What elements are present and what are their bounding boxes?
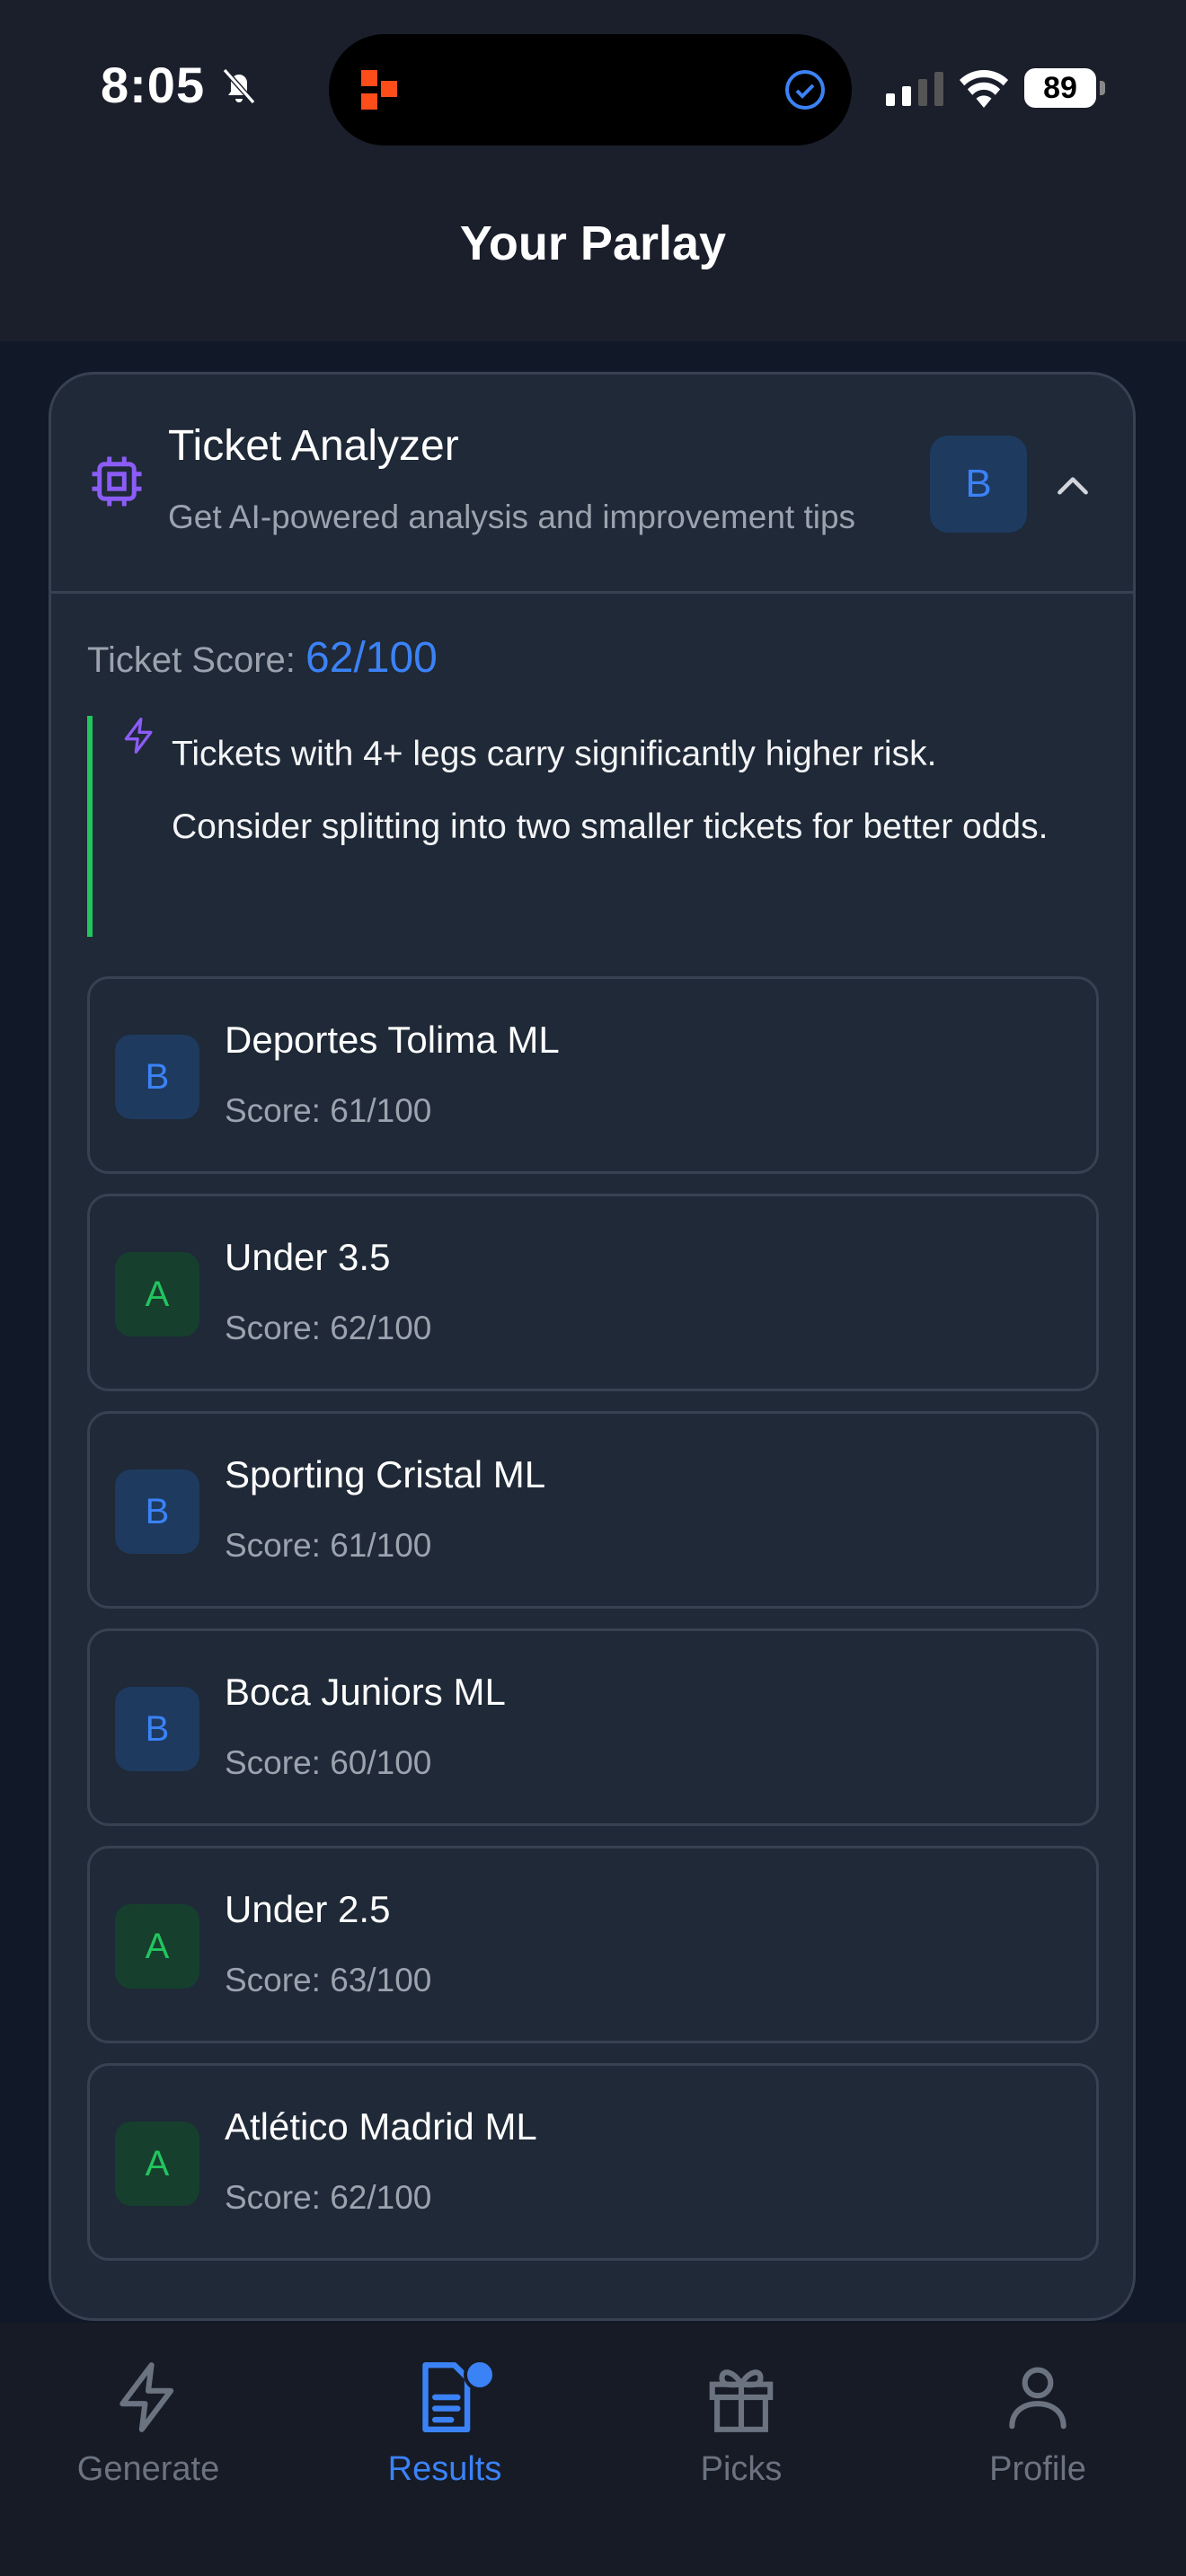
bolt-icon	[119, 2362, 174, 2432]
overall-grade-badge: B	[930, 436, 1027, 533]
page-title: Your Parlay	[459, 216, 727, 270]
leg-item: A Atlético Madrid ML Score: 62/100	[87, 2063, 1099, 2261]
tab-label: Picks	[700, 2450, 783, 2488]
leg-grade-badge: A	[115, 1252, 199, 1337]
app-logo-icon	[361, 70, 397, 110]
person-icon	[1009, 2367, 1067, 2430]
tab-label: Results	[387, 2450, 502, 2488]
analysis-tip: Tickets with 4+ legs carry significantly…	[87, 716, 1093, 937]
battery-tip	[1100, 81, 1105, 95]
tab-picks[interactable]: Picks	[593, 2359, 890, 2520]
leg-score: Score: 63/100	[225, 1962, 432, 1998]
leg-item: A Under 2.5 Score: 63/100	[87, 1846, 1099, 2043]
check-circle-icon	[785, 70, 825, 110]
leg-score: Score: 62/100	[225, 2179, 432, 2216]
gift-icon	[709, 2369, 774, 2432]
status-bar: 8:05 89	[0, 0, 1186, 180]
bottom-tab-bar: Generate Results Picks Profile	[0, 2323, 1186, 2576]
leg-name: Boca Juniors ML	[225, 1671, 506, 1713]
leg-grade-badge: A	[115, 1904, 199, 1989]
battery-level: 89	[1024, 68, 1096, 108]
leg-item: A Under 3.5 Score: 62/100	[87, 1194, 1099, 1391]
battery-indicator: 89	[1024, 68, 1105, 108]
leg-name: Deportes Tolima ML	[225, 1019, 560, 1061]
cpu-chip-icon	[92, 456, 142, 507]
tab-label: Profile	[989, 2450, 1086, 2488]
bell-muted-icon	[222, 68, 256, 104]
status-time: 8:05	[101, 57, 206, 113]
tab-results[interactable]: Results	[296, 2359, 593, 2520]
leg-name: Sporting Cristal ML	[225, 1453, 546, 1495]
leg-name: Atlético Madrid ML	[225, 2105, 537, 2148]
ticket-score-label: Ticket Score:	[87, 640, 296, 680]
leg-item: B Deportes Tolima ML Score: 61/100	[87, 976, 1099, 1174]
tab-generate[interactable]: Generate	[0, 2359, 296, 2520]
tip-text: Tickets with 4+ legs carry significantly…	[172, 735, 1049, 846]
bolt-icon	[124, 718, 153, 754]
leg-grade-badge: A	[115, 2122, 199, 2206]
leg-item: B Boca Juniors ML Score: 60/100	[87, 1628, 1099, 1826]
leg-score: Score: 60/100	[225, 1744, 432, 1781]
tab-profile[interactable]: Profile	[890, 2359, 1186, 2520]
analyzer-subtitle: Get AI-powered analysis and improvement …	[168, 498, 856, 535]
ticket-analyzer-card: Ticket Analyzer Get AI-powered analysis …	[49, 372, 1136, 2321]
analyzer-title: Ticket Analyzer	[168, 422, 459, 470]
ticket-score-value: 62/100	[305, 634, 438, 682]
tab-label: Generate	[76, 2450, 220, 2488]
leg-name: Under 2.5	[225, 1888, 391, 1930]
leg-score: Score: 62/100	[225, 1310, 432, 1346]
leg-grade-badge: B	[115, 1035, 199, 1119]
analyzer-header[interactable]: Ticket Analyzer Get AI-powered analysis …	[51, 375, 1133, 594]
ticket-score: Ticket Score: 62/100	[87, 633, 438, 683]
chevron-up-icon[interactable]	[1050, 464, 1095, 509]
wifi-icon	[959, 69, 1009, 108]
leg-score: Score: 61/100	[225, 1092, 432, 1129]
leg-item: B Sporting Cristal ML Score: 61/100	[87, 1411, 1099, 1609]
leg-score: Score: 61/100	[225, 1527, 432, 1564]
leg-grade-badge: B	[115, 1687, 199, 1771]
dynamic-island	[329, 34, 852, 146]
leg-name: Under 3.5	[225, 1236, 391, 1278]
leg-grade-badge: B	[115, 1469, 199, 1554]
notification-dot	[464, 2359, 496, 2391]
signal-icon	[886, 72, 943, 106]
